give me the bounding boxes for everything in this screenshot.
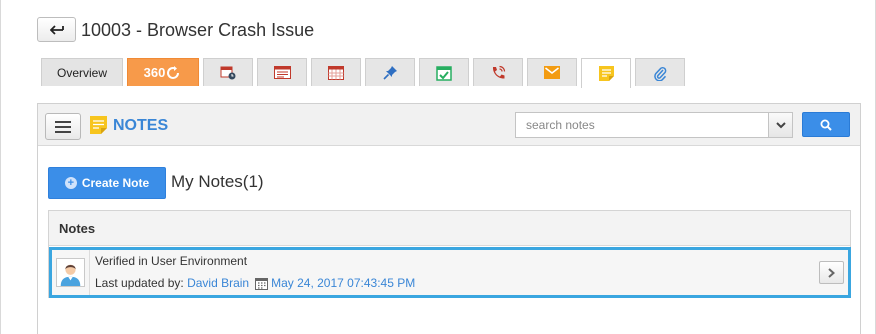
tab-overview-label: Overview	[56, 65, 107, 80]
calendar-clock-icon	[220, 66, 236, 80]
notes-table-header: Notes	[49, 211, 850, 246]
tab-email[interactable]	[527, 58, 577, 86]
tab-notes[interactable]	[581, 58, 631, 88]
create-note-label: Create Note	[81, 176, 150, 190]
open-note-button[interactable]	[819, 261, 844, 284]
tab-bar: Overview 360	[41, 58, 689, 88]
note-date: May 24, 2017 07:43:45 PM	[271, 276, 416, 290]
back-button[interactable]	[37, 17, 76, 42]
tab-overview[interactable]: Overview	[41, 58, 123, 86]
app-frame: 10003 - Browser Crash Issue Overview 360	[0, 0, 876, 334]
back-arrow-icon	[49, 24, 64, 35]
notes-icon	[598, 66, 614, 81]
hamburger-icon	[55, 120, 71, 123]
paperclip-icon	[654, 66, 667, 81]
email-icon	[544, 66, 560, 79]
author-link[interactable]: David Brain	[187, 276, 249, 290]
tab-calls[interactable]	[473, 58, 523, 86]
tab-calendar-grid[interactable]	[311, 58, 361, 86]
notes-icon	[90, 116, 107, 134]
notes-panel: NOTES + Create Note My Notes(1)	[37, 103, 861, 334]
tab-list-document[interactable]	[257, 58, 307, 86]
pin-icon	[382, 66, 397, 80]
search-box	[515, 112, 793, 138]
avatar-cell	[52, 250, 90, 295]
note-meta: Last updated by: David Brain May 24, 201…	[95, 276, 415, 290]
tab-360-label: 360	[143, 65, 166, 80]
note-text: Verified in User Environment	[95, 254, 248, 268]
list-document-icon	[273, 66, 291, 79]
note-row[interactable]: Verified in User Environment Last update…	[49, 247, 851, 298]
calendar-grid-icon	[328, 66, 344, 80]
tab-360[interactable]: 360	[127, 58, 199, 86]
search-icon	[820, 119, 832, 131]
plus-circle-icon: +	[64, 177, 77, 189]
notes-table: Notes Verified in User Environment Last …	[48, 210, 851, 298]
calendar-icon	[255, 277, 269, 290]
tab-pin[interactable]	[365, 58, 415, 86]
page-title: 10003 - Browser Crash Issue	[81, 20, 315, 40]
last-updated-label: Last updated by:	[95, 276, 184, 290]
search-dropdown-button[interactable]	[768, 113, 792, 137]
search-button[interactable]	[802, 112, 850, 137]
phone-call-icon	[492, 65, 506, 79]
create-note-button[interactable]: + Create Note	[48, 167, 166, 199]
avatar	[56, 258, 85, 287]
chevron-down-icon	[775, 121, 786, 128]
panel-title: NOTES	[113, 117, 169, 134]
task-check-icon	[436, 65, 452, 81]
search-input[interactable]	[516, 113, 768, 137]
tab-calendar-clock[interactable]	[203, 58, 253, 86]
my-notes-heading: My Notes(1)	[171, 172, 264, 191]
menu-button[interactable]	[45, 113, 81, 140]
refresh-icon	[167, 65, 180, 79]
tab-task[interactable]	[419, 58, 469, 86]
chevron-right-icon	[828, 267, 835, 278]
tab-attachments[interactable]	[635, 58, 685, 86]
panel-header: NOTES	[38, 104, 860, 146]
